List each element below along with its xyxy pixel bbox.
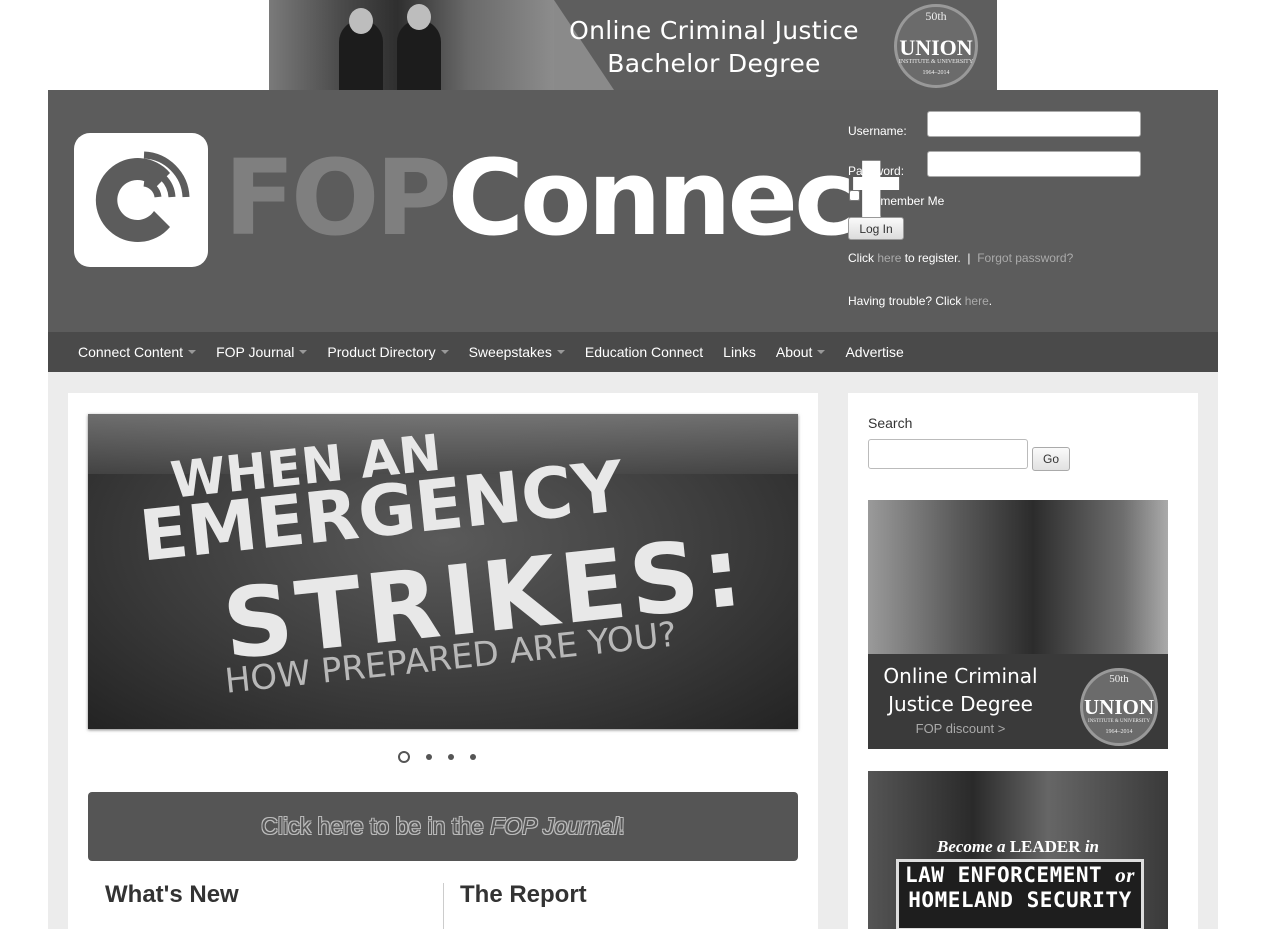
ad-headline: Online Criminal Justice Degree	[878, 662, 1043, 718]
site-header: FOPConnect Username: Password: Remember …	[48, 90, 1218, 332]
search-go-button[interactable]: Go	[1032, 447, 1070, 471]
login-button[interactable]: Log In	[848, 217, 904, 240]
password-label: Password:	[848, 164, 905, 178]
slider-dot[interactable]	[426, 754, 432, 760]
seal-anniversary: 50th	[1109, 673, 1129, 685]
caret-down-icon	[556, 350, 565, 354]
forgot-password-link[interactable]: Forgot password?	[977, 251, 1073, 265]
password-input[interactable]	[927, 151, 1141, 177]
ad-headline-line1: Online Criminal Justice	[569, 16, 859, 45]
remember-me-checkbox[interactable]	[849, 190, 860, 201]
trouble-line: Having trouble? Click here.	[848, 294, 992, 308]
ad-headline-line2: Bachelor Degree	[607, 49, 821, 78]
register-line: Click here to register. | Forgot passwor…	[848, 251, 1073, 265]
fop-journal-cta-button[interactable]: Click here to be in the FOP Journal!	[88, 792, 798, 861]
cta-text: Click here to be in the	[261, 813, 491, 839]
remember-me-label: Remember Me	[865, 194, 945, 208]
logo-fop-text: FOP	[224, 137, 452, 259]
username-label: Username:	[848, 124, 907, 138]
nav-item-product-directory[interactable]: Product Directory	[327, 344, 449, 360]
register-prefix: Click	[848, 251, 874, 265]
caret-down-icon	[440, 350, 449, 354]
nav-label: About	[775, 344, 813, 360]
union-seal-logo: 50th UNION INSTITUTE & UNIVERSITY 1964–2…	[894, 4, 978, 88]
nav-label: Education Connect	[584, 344, 704, 360]
ad-title-line2: HOMELAND SECURITY	[908, 888, 1132, 912]
ad-photo	[269, 0, 554, 90]
cta-journal-name: FOP Journal	[490, 813, 619, 839]
slider-dot[interactable]	[448, 754, 454, 760]
ad-discount-link: FOP discount >	[915, 721, 1006, 736]
ad-headline: Online Criminal Justice Bachelor Degree	[569, 14, 859, 80]
slider-dot[interactable]	[398, 751, 410, 763]
officer-figure	[397, 20, 441, 90]
nav-item-connect-content[interactable]: Connect Content	[78, 344, 197, 360]
ad-lead-b: LEADER	[1009, 837, 1081, 856]
ad-photo	[868, 500, 1168, 654]
nav-label: Advertise	[845, 344, 904, 360]
ad-headline-line2: Justice Degree	[888, 692, 1033, 716]
nav-item-about[interactable]: About	[776, 344, 826, 360]
nav-label: FOP Journal	[216, 344, 295, 360]
nav-item-education-connect[interactable]: Education Connect	[585, 344, 703, 360]
caret-down-icon	[299, 350, 308, 354]
site-logo-wordmark[interactable]: FOPConnect	[224, 143, 901, 253]
seal-anniversary: 50th	[925, 9, 947, 23]
trouble-prefix: Having trouble? Click	[848, 294, 962, 308]
nav-item-fop-journal[interactable]: FOP Journal	[216, 344, 308, 360]
nav-label: Sweepstakes	[468, 344, 552, 360]
nav-label: Links	[723, 344, 756, 360]
whats-new-heading: What's New	[105, 881, 239, 908]
union-seal-logo: 50th UNION INSTITUTE & UNIVERSITY 1964–2…	[1080, 668, 1158, 746]
officer-head	[349, 8, 373, 34]
sidebar: Search Go Online Criminal Justice Degree…	[848, 393, 1198, 929]
seal-years: 1964–2014	[922, 70, 950, 76]
register-link[interactable]: here	[877, 251, 901, 265]
seal-brand: UNION	[899, 35, 973, 60]
search-label: Search	[868, 415, 913, 431]
trouble-suffix: .	[988, 294, 993, 308]
slider-pagination	[398, 751, 476, 763]
trouble-help-link[interactable]: here	[965, 294, 989, 308]
slider-dot[interactable]	[470, 754, 476, 760]
sidebar-ad-criminal-justice[interactable]: Online Criminal Justice Degree FOP disco…	[868, 500, 1168, 749]
sidebar-ad-leadership[interactable]: Become a LEADER in LAW ENFORCEMENT or HO…	[868, 771, 1168, 929]
nav-item-links[interactable]: Links	[723, 344, 756, 360]
username-input[interactable]	[927, 111, 1141, 137]
top-banner-ad[interactable]: Online Criminal Justice Bachelor Degree …	[269, 0, 997, 90]
nav-item-sweepstakes[interactable]: Sweepstakes	[469, 344, 565, 360]
ad-title-line1: LAW ENFORCEMENT	[905, 863, 1116, 887]
ad-lead-c: in	[1080, 837, 1099, 856]
search-input[interactable]	[868, 439, 1028, 469]
seal-brand-sub: INSTITUTE & UNIVERSITY	[898, 59, 974, 65]
logo-connect-text: Connect	[447, 137, 902, 259]
ad-lead: Become a LEADER in	[868, 837, 1168, 857]
nav-label: Connect Content	[78, 344, 184, 360]
cta-suffix: !	[618, 813, 625, 839]
featured-slider[interactable]: WHEN AN EMERGENCY STRIKES: HOW PREPARED …	[88, 414, 798, 729]
ad-title-box: LAW ENFORCEMENT or HOMELAND SECURITY	[896, 859, 1144, 929]
caret-down-icon	[188, 350, 197, 354]
caret-down-icon	[817, 350, 826, 354]
register-suffix: to register.	[904, 251, 961, 265]
separator: |	[967, 251, 971, 265]
nav-item-advertise[interactable]: Advertise	[845, 344, 903, 360]
column-divider	[443, 883, 444, 929]
officer-head	[407, 4, 431, 30]
fop-connect-logo-icon[interactable]	[74, 133, 208, 267]
ad-title-or: or	[1115, 863, 1135, 887]
main-nav: Connect Content FOP Journal Product Dire…	[48, 332, 1218, 372]
main-column: WHEN AN EMERGENCY STRIKES: HOW PREPARED …	[68, 393, 818, 929]
seal-brand-sub: INSTITUTE & UNIVERSITY	[1088, 719, 1150, 724]
seal-brand: UNION	[1083, 695, 1154, 719]
the-report-heading: The Report	[460, 881, 587, 908]
nav-label: Product Directory	[327, 344, 436, 360]
ad-headline-line1: Online Criminal	[883, 664, 1038, 688]
seal-years: 1964–2014	[1105, 729, 1133, 735]
ad-lead-a: Become a	[937, 837, 1010, 856]
